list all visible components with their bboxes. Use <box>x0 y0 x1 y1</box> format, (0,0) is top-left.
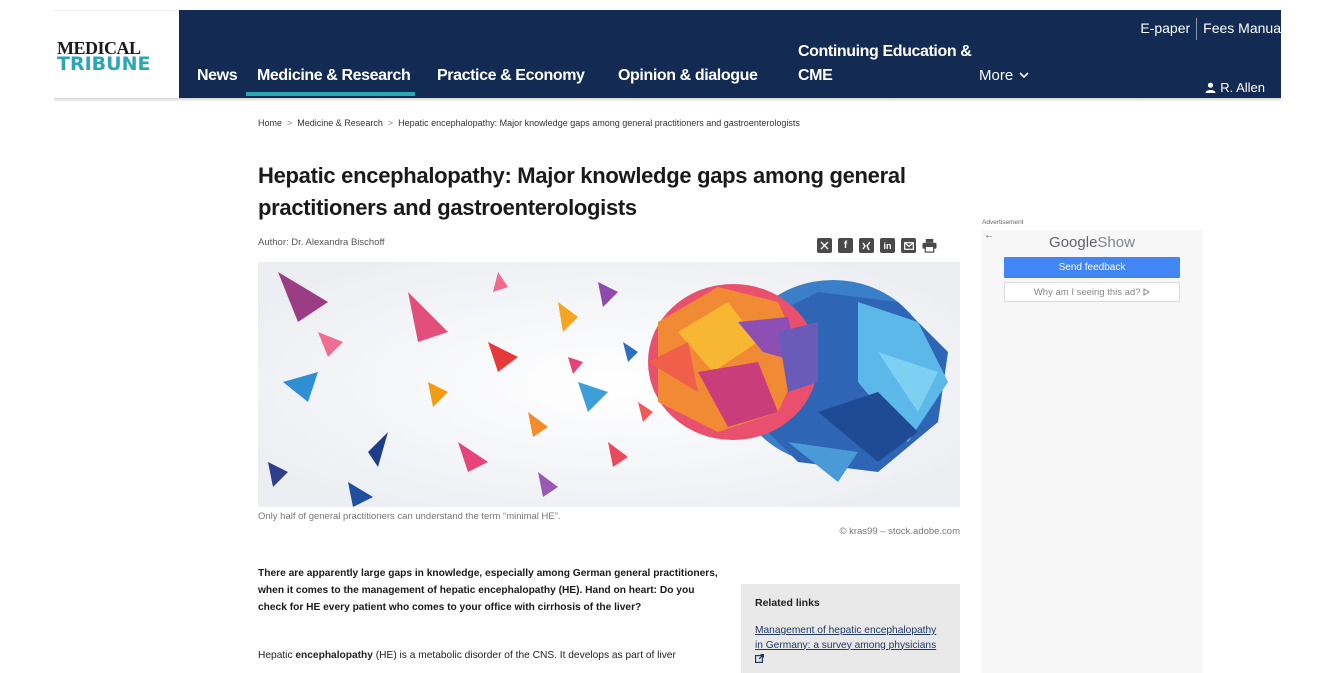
image-caption: Only half of general practitioners can u… <box>258 511 561 522</box>
x-icon[interactable] <box>817 238 832 253</box>
share-bar: f in <box>817 238 937 253</box>
user-icon <box>1205 82 1216 93</box>
main-navigation: News Medicine & Research Practice & Econ… <box>179 10 1281 98</box>
why-this-ad-label: Why am I seeing this ad? <box>1033 286 1141 298</box>
breadcrumb-section[interactable]: Medicine & Research <box>297 118 383 128</box>
fees-manual-link[interactable]: Fees Manua <box>1203 20 1281 36</box>
nav-item-medicine-research[interactable]: Medicine & Research <box>257 67 411 85</box>
polygon-brain-illustration <box>258 262 960 507</box>
paragraph-text-end: (HE) is a metabolic disorder of the CNS.… <box>372 650 676 661</box>
chevron-down-icon <box>1019 72 1029 79</box>
paragraph-bold-term: encephalopathy <box>295 650 373 661</box>
related-links-box: Related links Management of hepatic ence… <box>741 584 960 673</box>
ad-panel: ← GoogleShow Send feedback Why am I seei… <box>982 230 1202 673</box>
article-hero-image <box>258 262 960 507</box>
chevron-right-icon: > <box>287 118 293 128</box>
send-feedback-button[interactable]: Send feedback <box>1004 257 1180 278</box>
image-credit: © kras99 – stock.adobe.com <box>839 526 960 537</box>
paragraph-text-start: Hepatic <box>258 650 296 661</box>
related-link-1-text: Management of hepatic encephalopathy in … <box>755 625 937 651</box>
mail-icon[interactable] <box>901 238 916 253</box>
article-author: Author: Dr. Alexandra Bischoff <box>258 237 385 248</box>
print-icon[interactable] <box>922 238 937 253</box>
play-triangle-icon <box>1143 288 1151 296</box>
linkedin-icon[interactable]: in <box>880 238 895 253</box>
nav-item-opinion-dialogue[interactable]: Opinion & dialogue <box>618 67 758 85</box>
chevron-right-icon: > <box>387 118 394 128</box>
why-this-ad-button[interactable]: Why am I seeing this ad? <box>1004 282 1180 302</box>
nav-more-label: More <box>979 67 1014 84</box>
article-title: Hepatic encephalopathy: Major knowledge … <box>258 163 906 220</box>
breadcrumb-home[interactable]: Home <box>258 118 282 128</box>
nav-more-button[interactable]: More <box>979 67 1029 84</box>
logo-area[interactable]: MEDICAL TRIBUNE <box>54 10 179 98</box>
user-name: R. Allen <box>1220 80 1265 95</box>
related-link-1[interactable]: Management of hepatic encephalopathy in … <box>755 624 946 668</box>
external-link-icon <box>755 653 765 664</box>
medical-tribune-logo[interactable]: MEDICAL TRIBUNE <box>57 39 150 74</box>
active-tab-indicator <box>246 92 415 96</box>
related-links-heading: Related links <box>755 597 820 609</box>
facebook-icon[interactable]: f <box>838 238 853 253</box>
nav-item-continuing-education[interactable]: Continuing Education & <box>798 43 972 61</box>
logo-line-2: TRIBUNE <box>57 53 151 75</box>
epaper-link[interactable]: E-paper <box>1140 20 1190 36</box>
top-links: E-paper Fees Manua <box>1140 18 1281 40</box>
article-lead: There are apparently large gaps in knowl… <box>258 568 718 613</box>
link-divider <box>1196 18 1198 40</box>
google-wordmark: Google <box>1049 234 1098 251</box>
nav-item-news[interactable]: News <box>197 67 238 85</box>
breadcrumb: Home > Medicine & Research > Hepatic encepha… <box>258 118 800 128</box>
xing-icon[interactable] <box>859 238 874 253</box>
breadcrumb-current: Hepatic encephalopathy: Major knowledge … <box>398 118 800 128</box>
header-shadow <box>54 98 1281 102</box>
show-wordmark: Show <box>1097 234 1135 251</box>
nav-item-cme[interactable]: CME <box>798 67 833 85</box>
article-paragraph: Hepatic encephalopathy (HE) is a metabol… <box>258 647 723 664</box>
advertisement-label: Advertisement <box>982 219 1024 226</box>
google-show-logo: GoogleShow <box>982 234 1202 251</box>
nav-item-practice-economy[interactable]: Practice & Economy <box>437 67 585 85</box>
user-account-link[interactable]: R. Allen <box>1205 80 1265 95</box>
